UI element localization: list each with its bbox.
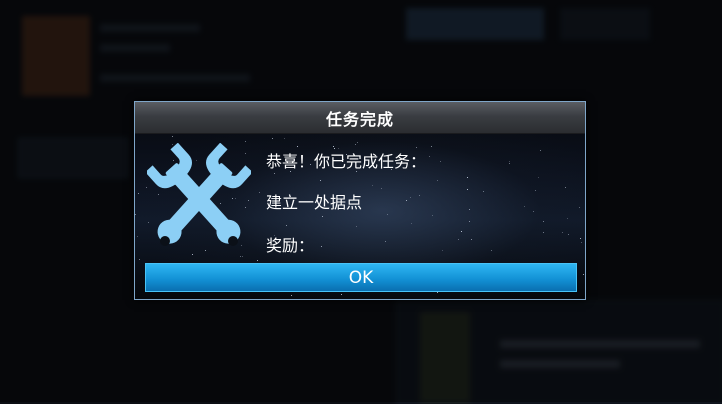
star (406, 199, 408, 201)
star (387, 213, 389, 215)
star (564, 186, 566, 188)
star (320, 246, 322, 248)
ok-button[interactable]: OK (145, 263, 577, 292)
star (138, 192, 140, 194)
star (333, 145, 335, 147)
star (381, 187, 383, 189)
star (441, 250, 443, 252)
star (523, 206, 525, 208)
star (271, 137, 273, 139)
star (567, 234, 569, 236)
star (467, 189, 469, 191)
star (291, 295, 293, 297)
star (354, 143, 356, 145)
star (296, 145, 298, 147)
star (582, 273, 584, 275)
star (259, 191, 261, 193)
mission-complete-dialog: 任务完成 恭喜！你已完成任务： 建立一处据点 奖励： OK (134, 101, 586, 300)
star (241, 256, 243, 258)
star (372, 185, 374, 187)
star (538, 176, 540, 178)
star (566, 218, 568, 220)
star (171, 136, 173, 138)
star (436, 292, 438, 294)
star (532, 211, 534, 213)
star (471, 239, 473, 241)
star (508, 162, 510, 164)
star (411, 222, 413, 224)
star (540, 150, 542, 152)
star (457, 239, 459, 241)
wrench-cross-icon (147, 143, 251, 246)
star (384, 241, 386, 243)
reward-label: 奖励： (266, 236, 315, 255)
star (482, 191, 484, 193)
congrats-text: 恭喜！你已完成任务： (266, 152, 427, 171)
star (418, 194, 420, 196)
star (138, 258, 140, 260)
star (322, 215, 324, 217)
mission-name: 建立一处据点 (266, 193, 363, 212)
star (466, 177, 468, 179)
star (432, 214, 434, 216)
star (428, 155, 430, 157)
star (580, 242, 582, 244)
star (239, 255, 241, 257)
star (439, 160, 441, 162)
star (135, 213, 137, 215)
star (274, 173, 275, 175)
star (357, 141, 359, 143)
dialog-title: 任务完成 (135, 102, 585, 134)
star (490, 250, 492, 252)
star (580, 238, 582, 240)
star (319, 180, 321, 182)
star (437, 179, 439, 181)
star (469, 220, 471, 222)
star (542, 220, 544, 222)
star (136, 235, 138, 237)
star (283, 137, 285, 139)
star (561, 231, 563, 233)
star (355, 226, 357, 228)
star (543, 232, 545, 234)
star (460, 230, 462, 232)
star (468, 208, 470, 210)
star (578, 206, 580, 208)
star (341, 293, 343, 295)
star (430, 145, 432, 147)
star (286, 225, 288, 227)
star (256, 260, 258, 262)
star (409, 196, 411, 198)
star (534, 190, 536, 192)
